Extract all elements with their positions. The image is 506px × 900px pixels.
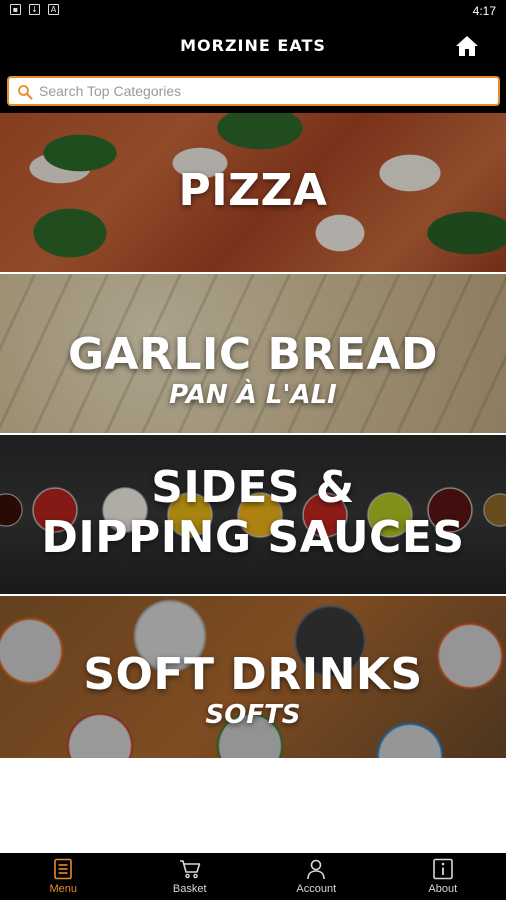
app-header: MORZINE EATS bbox=[0, 24, 506, 68]
category-list: PIZZA GARLIC BREAD PAN À L'ALI SIDES & D… bbox=[0, 113, 506, 758]
category-subtitle: PAN À L'ALI bbox=[169, 380, 337, 410]
nav-item-basket[interactable]: Basket bbox=[127, 853, 254, 900]
home-button[interactable] bbox=[454, 33, 480, 59]
nav-label: Basket bbox=[172, 883, 207, 895]
info-icon bbox=[432, 858, 453, 880]
category-tile-garlic-bread[interactable]: GARLIC BREAD PAN À L'ALI bbox=[0, 274, 506, 435]
category-title: PIZZA bbox=[178, 165, 328, 216]
notification-icon: ▪ bbox=[10, 4, 21, 15]
status-time: 4:17 bbox=[472, 4, 496, 18]
category-title-line2: DIPPING SAUCES bbox=[41, 512, 465, 563]
home-icon bbox=[456, 36, 478, 56]
basket-icon bbox=[179, 860, 201, 879]
app-title: MORZINE EATS bbox=[180, 36, 326, 55]
search-icon bbox=[18, 85, 33, 100]
nav-label: Account bbox=[296, 883, 337, 895]
account-icon bbox=[307, 859, 326, 880]
nav-label: About bbox=[428, 883, 458, 895]
category-tile-sides[interactable]: SIDES & DIPPING SAUCES bbox=[0, 435, 506, 596]
search-input[interactable] bbox=[39, 79, 489, 103]
nav-item-about[interactable]: About bbox=[380, 853, 506, 900]
category-title: SOFT DRINKS bbox=[83, 649, 423, 700]
category-subtitle: SOFTS bbox=[205, 700, 301, 730]
menu-icon bbox=[54, 858, 73, 880]
status-bar: ▪ ↓ A 4:17 bbox=[0, 0, 506, 24]
category-title: GARLIC BREAD bbox=[67, 329, 439, 380]
nav-label: Menu bbox=[49, 883, 78, 895]
search-bar bbox=[0, 68, 506, 113]
download-icon: ↓ bbox=[29, 4, 40, 15]
category-tile-soft-drinks[interactable]: SOFT DRINKS SOFTS bbox=[0, 596, 506, 758]
bottom-nav: Menu Basket Account About bbox=[0, 853, 506, 900]
category-tile-pizza[interactable]: PIZZA bbox=[0, 113, 506, 274]
app-notification-icon: A bbox=[48, 4, 59, 15]
nav-item-account[interactable]: Account bbox=[253, 853, 380, 900]
search-box[interactable] bbox=[7, 76, 500, 106]
notification-icons: ▪ ↓ A bbox=[10, 4, 59, 15]
nav-item-menu[interactable]: Menu bbox=[0, 853, 127, 900]
category-title: SIDES & bbox=[151, 462, 355, 513]
